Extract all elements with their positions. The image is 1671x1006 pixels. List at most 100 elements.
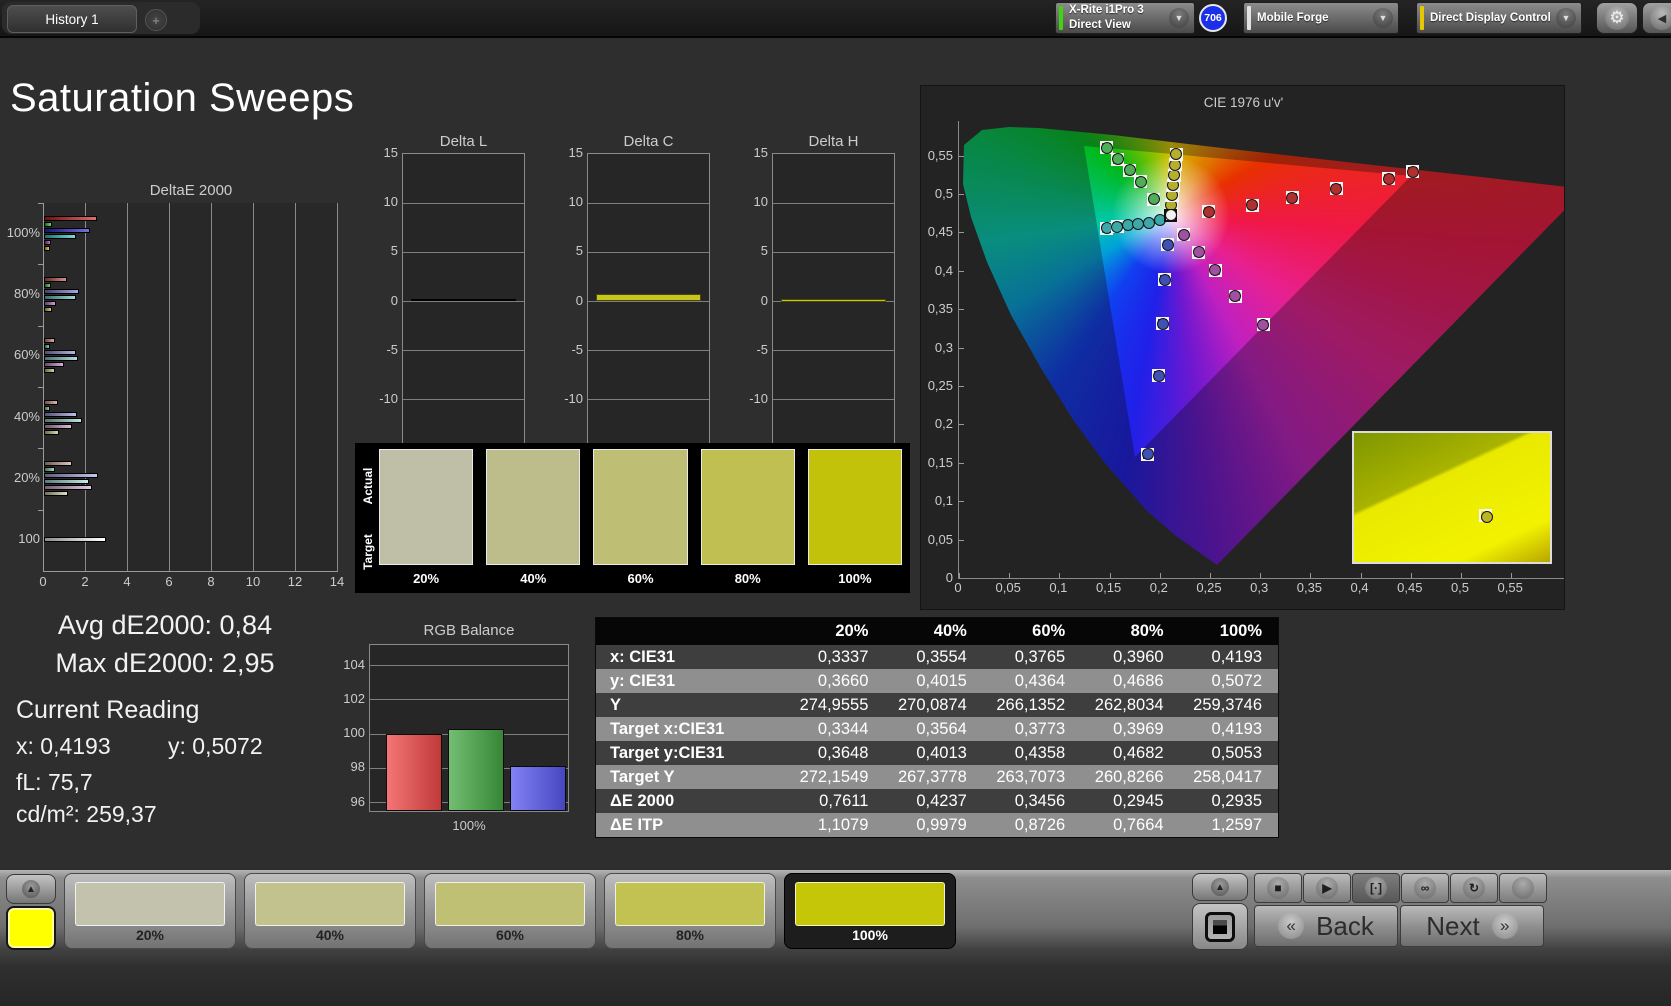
y-tick-label: 5 [575,243,583,259]
cie-1976-chart: CIE 1976 u'v' 0 0,05 0,1 0,15 0,2 0,25 0,3 0,35… [920,85,1565,610]
bar [44,289,79,294]
bar [510,766,566,811]
bar [44,479,90,484]
y-tick-label: 0 [945,570,953,585]
play-button[interactable]: ▶ [1303,873,1351,903]
gridline [588,251,709,253]
collapse-panel-button[interactable]: ◀ [1642,2,1671,34]
gridline [773,350,894,352]
expand-transport-button[interactable]: ▲ [1192,873,1248,901]
blank-button[interactable] [1499,873,1547,903]
bar [44,338,55,344]
rgb-x-axis-label: 100% [452,818,486,833]
current-color-button[interactable] [6,906,56,950]
y-tick-label: 102 [343,690,365,706]
pattern-button-100%[interactable]: 100% [784,873,956,949]
column-header: 60% [1032,622,1066,640]
x-tick-label: 2 [81,574,89,589]
table-cell: 0,9979 [916,815,967,834]
refresh-button[interactable]: ↻ [1450,873,1498,903]
top-bar: History 1 + X-Rite i1Pro 3 Direct View ▼… [0,0,1671,38]
meter-status-stripe [1059,6,1063,30]
axis-tick [959,385,964,387]
meter-badge[interactable]: 706 [1199,4,1227,32]
axis-tick [1310,573,1312,578]
table-row: ΔE ITP 1,1079 0,9979 0,8726 0,7664 1,2597 [596,813,1278,837]
continuous-button[interactable]: ∞ [1401,873,1449,903]
x-tick-label: 14 [329,574,345,589]
y-category-label: 100% [6,224,40,240]
current-reading-label: Current Reading [16,696,200,724]
y-tick-label: -5 [571,341,583,357]
x-tick-label: 0,15 [1095,580,1122,595]
pattern-button-80%[interactable]: 80% [604,873,776,949]
table-cell: 0,3960 [1113,647,1164,666]
meter-selector[interactable]: X-Rite i1Pro 3 Direct View ▼ [1055,2,1195,34]
bar [44,467,55,472]
x-tick-label: 0,45 [1397,580,1423,595]
max-de2000-value: Max dE2000: 2,95 [55,648,275,678]
table-row: Target x:CIE31 0,3344 0,3564 0,3773 0,3969 0,… [596,717,1278,741]
gridline [127,203,128,571]
axis-tick [959,578,964,579]
x-tick-label: 0,1 [1049,580,1068,595]
display-control-selector[interactable]: Direct Display Control ▼ [1416,2,1582,34]
table-cell: 0,3564 [916,719,967,738]
table-cell: 1,2597 [1211,815,1262,834]
gridline [85,203,86,571]
display-control-name: Direct Display Control [1430,11,1551,24]
table-cell: 0,3554 [916,647,967,666]
gridline [588,399,709,401]
table-cell: 0,3773 [1014,719,1066,738]
measured-point-marker [1161,238,1174,251]
column-header: 20% [835,622,869,640]
stop-button[interactable]: ■ [1254,873,1302,903]
table-cell: 260,8266 [1094,767,1164,786]
bar [448,728,504,811]
x-tick-label: 10 [245,574,261,589]
table-row: y: CIE31 0,3660 0,4015 0,4364 0,4686 0,5072 [596,669,1278,693]
row-label: ΔE ITP [610,815,664,834]
cie-plot-area [958,121,1564,579]
y-tick-label: -5 [756,341,768,357]
y-tick-label: 104 [343,656,365,672]
y-tick-label: 10 [383,194,398,210]
axis-tick [38,203,43,204]
gridline [773,251,894,253]
back-button[interactable]: « Back [1254,905,1398,947]
bar [596,293,701,302]
gridline [370,699,568,701]
tab-history-1[interactable]: History 1 [7,5,137,33]
delta-chart-panel: Delta L151050-5-10-15100% [372,133,527,468]
bar [44,405,51,411]
pattern-button-60%[interactable]: 60% [424,873,596,949]
axis-tick [959,424,964,426]
x-tick-label: 0,4 [1350,580,1369,595]
column-header: 100% [1219,622,1262,640]
y-tick-label: -5 [386,341,398,357]
pattern-source-selector[interactable]: Mobile Forge ▼ [1243,2,1399,34]
settings-button[interactable]: ⚙ [1596,2,1638,34]
axis-tick [959,155,964,157]
y-tick-label: 0,5 [934,185,953,201]
y-category-label: 100 [18,531,40,547]
pattern-button-40%[interactable]: 40% [244,873,416,949]
table-cell: 0,4193 [1211,647,1262,666]
column-header: 80% [1130,622,1164,640]
y-tick-label: 0,2 [934,416,953,432]
delta-chart-panel: Delta C151050-5-10-15100% [557,133,712,468]
expand-pattern-list-button[interactable]: ▲ [6,874,56,904]
y-tick-label: 15 [753,145,768,160]
measured-point-marker [1481,511,1493,523]
table-cell: 0,4013 [916,743,967,762]
single-button[interactable]: [·] [1352,873,1400,903]
add-tab-button[interactable]: + [145,9,167,31]
next-button[interactable]: Next » [1400,905,1544,947]
bar [44,221,53,227]
measured-point-marker [1209,264,1221,276]
pattern-button-20%[interactable]: 20% [64,873,236,949]
pattern-window-button[interactable] [1192,903,1248,950]
measured-point-marker [1382,172,1395,185]
swatch-label: 40% [520,570,547,586]
y-category-label: 60% [13,347,40,363]
